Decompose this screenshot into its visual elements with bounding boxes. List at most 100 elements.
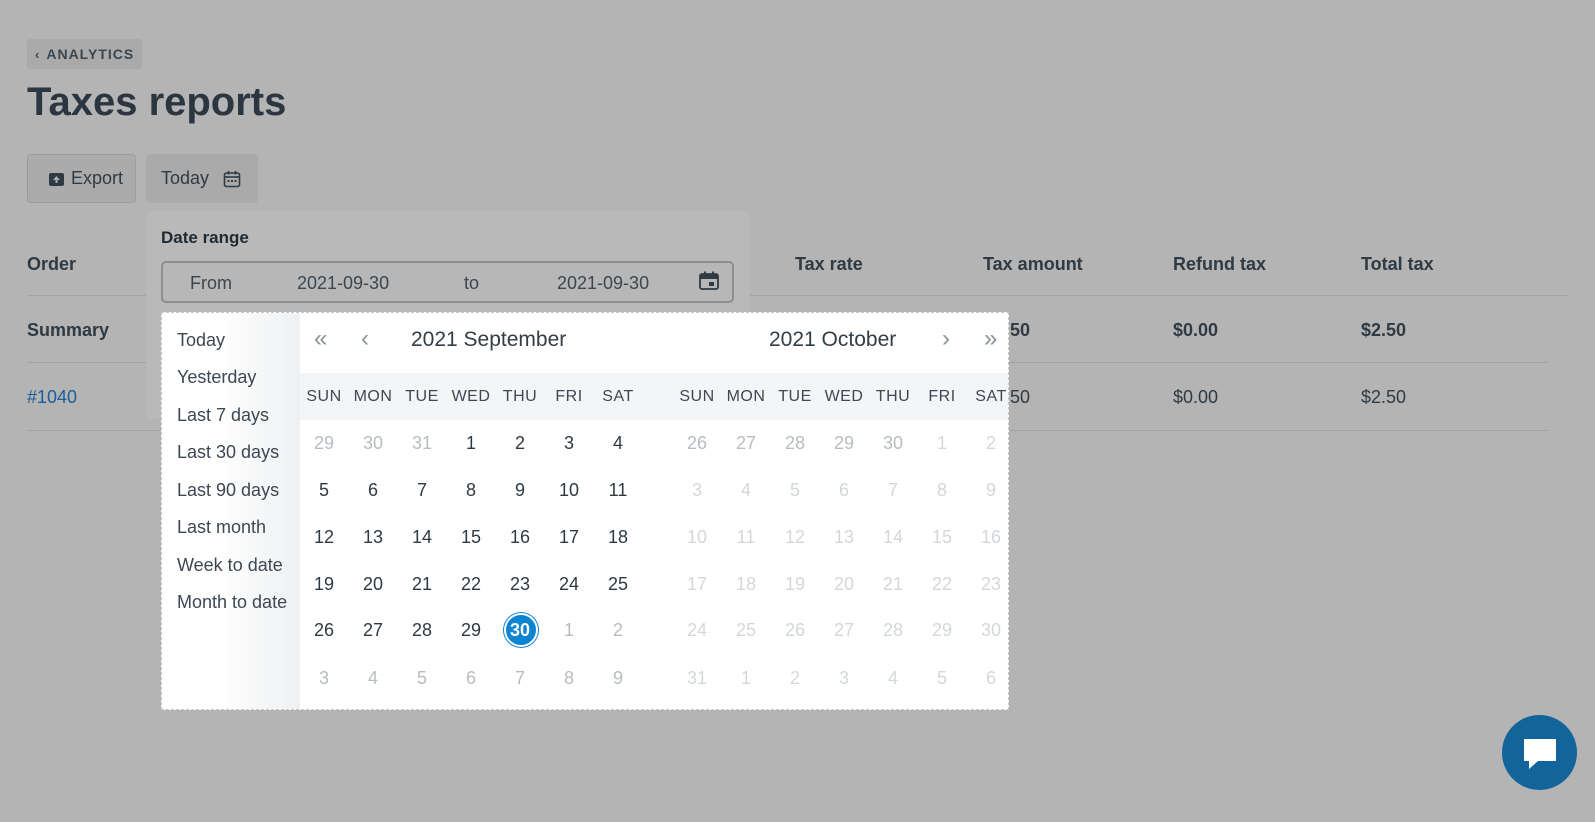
calendar-day[interactable]: 10 (673, 527, 721, 548)
calendar-day[interactable]: 26 (673, 433, 721, 454)
calendar-day[interactable]: 18 (594, 527, 642, 548)
calendar-day[interactable]: 27 (820, 620, 868, 641)
chat-button[interactable] (1502, 715, 1577, 790)
calendar-day[interactable]: 2 (594, 620, 642, 641)
calendar-day[interactable]: 2 (771, 668, 819, 689)
calendar-day[interactable]: 23 (496, 574, 544, 595)
calendar-day[interactable]: 1 (918, 433, 966, 454)
calendar-day[interactable]: 16 (967, 527, 1008, 548)
calendar-icon[interactable] (698, 270, 720, 292)
calendar-day[interactable]: 1 (447, 433, 495, 454)
calendar-day[interactable]: 14 (398, 527, 446, 548)
calendar-day[interactable]: 30 (349, 433, 397, 454)
calendar-day[interactable]: 16 (496, 527, 544, 548)
calendar-day[interactable]: 9 (496, 480, 544, 501)
calendar-day[interactable]: 23 (967, 574, 1008, 595)
calendar-day[interactable]: 25 (594, 574, 642, 595)
from-date-input[interactable]: 2021-09-30 (297, 273, 389, 294)
preset-last-7-days[interactable]: Last 7 days (177, 405, 269, 426)
calendar-day[interactable]: 21 (398, 574, 446, 595)
calendar-day[interactable]: 29 (300, 433, 348, 454)
calendar-day[interactable]: 8 (918, 480, 966, 501)
calendar-day[interactable]: 6 (447, 668, 495, 689)
calendar-day[interactable]: 5 (398, 668, 446, 689)
calendar-day[interactable]: 2 (496, 433, 544, 454)
calendar-day[interactable]: 28 (869, 620, 917, 641)
calendar-day[interactable]: 5 (771, 480, 819, 501)
calendar-day[interactable]: 21 (869, 574, 917, 595)
calendar-day[interactable]: 11 (722, 527, 770, 548)
calendar-day[interactable]: 8 (447, 480, 495, 501)
calendar-day[interactable]: 15 (918, 527, 966, 548)
calendar-day[interactable]: 26 (771, 620, 819, 641)
preset-last-90-days[interactable]: Last 90 days (177, 480, 279, 501)
calendar-day[interactable]: 4 (869, 668, 917, 689)
calendar-day[interactable]: 1 (722, 668, 770, 689)
calendar-day[interactable]: 7 (496, 668, 544, 689)
prev-year-icon[interactable]: « (314, 325, 327, 353)
calendar-day[interactable]: 17 (673, 574, 721, 595)
preset-last-30-days[interactable]: Last 30 days (177, 442, 279, 463)
calendar-day[interactable]: 9 (594, 668, 642, 689)
calendar-day[interactable]: 10 (545, 480, 593, 501)
calendar-day[interactable]: 26 (300, 620, 348, 641)
calendar-day[interactable]: 27 (349, 620, 397, 641)
calendar-day[interactable]: 19 (771, 574, 819, 595)
calendar-day[interactable]: 22 (918, 574, 966, 595)
calendar-day[interactable]: 4 (722, 480, 770, 501)
calendar-day[interactable]: 13 (349, 527, 397, 548)
preset-month-to-date[interactable]: Month to date (177, 592, 287, 613)
calendar-day[interactable]: 15 (447, 527, 495, 548)
to-date-input[interactable]: 2021-09-30 (557, 273, 649, 294)
calendar-day[interactable]: 20 (349, 574, 397, 595)
calendar-day[interactable]: 6 (820, 480, 868, 501)
calendar-day[interactable]: 22 (447, 574, 495, 595)
selected-day[interactable]: 30 (496, 620, 544, 641)
calendar-day[interactable]: 17 (545, 527, 593, 548)
calendar-day[interactable]: 24 (673, 620, 721, 641)
order-link[interactable]: #1040 (27, 387, 77, 408)
calendar-day[interactable]: 20 (820, 574, 868, 595)
calendar-day[interactable]: 24 (545, 574, 593, 595)
calendar-day[interactable]: 4 (594, 433, 642, 454)
calendar-day[interactable]: 3 (673, 480, 721, 501)
calendar-day[interactable]: 18 (722, 574, 770, 595)
calendar-day[interactable]: 12 (300, 527, 348, 548)
calendar-day[interactable]: 3 (820, 668, 868, 689)
calendar-day[interactable]: 9 (967, 480, 1008, 501)
next-year-icon[interactable]: » (984, 325, 997, 353)
calendar-day[interactable]: 6 (349, 480, 397, 501)
calendar-day[interactable]: 6 (967, 668, 1008, 689)
calendar-day[interactable]: 31 (673, 668, 721, 689)
preset-last-month[interactable]: Last month (177, 517, 266, 538)
calendar-day[interactable]: 19 (300, 574, 348, 595)
calendar-day[interactable]: 3 (545, 433, 593, 454)
calendar-day[interactable]: 29 (918, 620, 966, 641)
prev-month-icon[interactable]: ‹ (361, 325, 369, 353)
breadcrumb[interactable]: ‹ ANALYTICS (27, 39, 143, 69)
calendar-day[interactable]: 2 (967, 433, 1008, 454)
calendar-day[interactable]: 29 (820, 433, 868, 454)
calendar-day[interactable]: 7 (398, 480, 446, 501)
preset-week-to-date[interactable]: Week to date (177, 555, 283, 576)
calendar-day[interactable]: 1 (545, 620, 593, 641)
calendar-day[interactable]: 3 (300, 668, 348, 689)
calendar-day[interactable]: 5 (300, 480, 348, 501)
preset-yesterday[interactable]: Yesterday (177, 367, 256, 388)
calendar-day[interactable]: 30 (869, 433, 917, 454)
next-month-icon[interactable]: › (942, 325, 950, 353)
calendar-day[interactable]: 27 (722, 433, 770, 454)
export-button[interactable]: Export (27, 154, 136, 203)
calendar-day[interactable]: 28 (398, 620, 446, 641)
calendar-day[interactable]: 5 (918, 668, 966, 689)
calendar-day[interactable]: 8 (545, 668, 593, 689)
date-picker-button[interactable]: Today (146, 154, 258, 203)
calendar-day[interactable]: 30 (967, 620, 1008, 641)
calendar-day[interactable]: 28 (771, 433, 819, 454)
preset-today[interactable]: Today (177, 330, 225, 351)
calendar-day[interactable]: 31 (398, 433, 446, 454)
calendar-day[interactable]: 29 (447, 620, 495, 641)
calendar-day[interactable]: 12 (771, 527, 819, 548)
calendar-day[interactable]: 11 (594, 480, 642, 501)
calendar-day[interactable]: 4 (349, 668, 397, 689)
